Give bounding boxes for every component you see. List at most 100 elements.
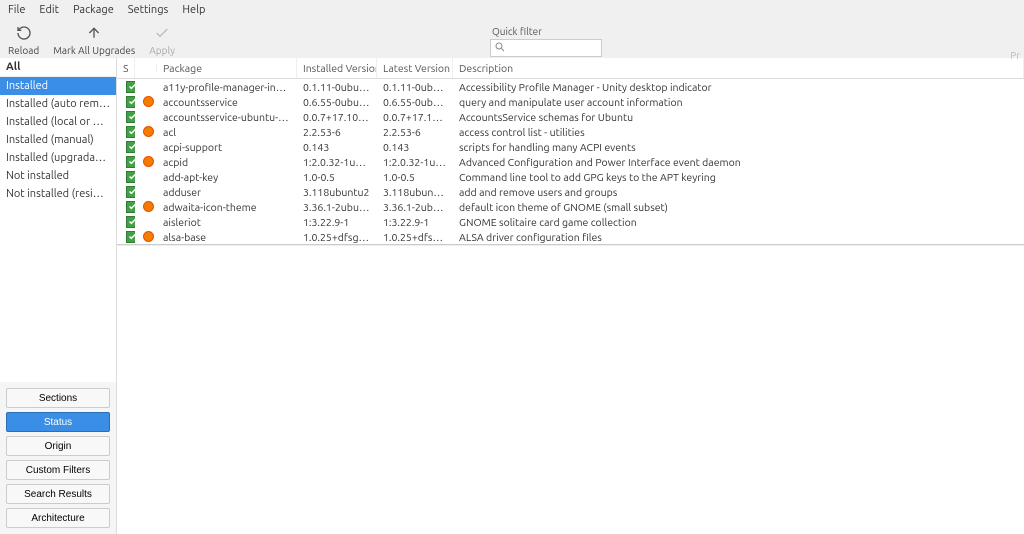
col-spacer [135, 64, 157, 72]
col-description[interactable]: Description [453, 58, 1024, 78]
description: query and manipulate user account inform… [453, 94, 1024, 110]
latest-version: 0.1.11-0ubuntu4 [377, 79, 453, 95]
table-row[interactable]: adwaita-icon-theme3.36.1-2ubuntu0.203.36… [117, 199, 1024, 214]
installed-version: 0.6.55-0ubuntu12~2 [297, 94, 377, 110]
package-name: a11y-profile-manager-indicator [157, 79, 297, 95]
menu-settings[interactable]: Settings [128, 4, 169, 16]
apply-button[interactable]: Apply [149, 24, 175, 56]
status-item[interactable]: Installed (local or obsolete) [0, 113, 116, 131]
menu-package[interactable]: Package [73, 4, 114, 16]
supported-icon [143, 126, 154, 137]
right-column: S Package Installed Version Latest Versi… [117, 58, 1024, 534]
installed-version: 1.0.25+dfsg-0ubunt [297, 229, 377, 245]
supported-icon [143, 231, 154, 242]
table-row[interactable]: accountsservice-ubuntu-schema0.0.7+17.10… [117, 109, 1024, 124]
table-row[interactable]: accountsservice0.6.55-0ubuntu12~20.6.55-… [117, 94, 1024, 109]
latest-version: 1.0-0.5 [377, 169, 453, 185]
package-name: acl [157, 124, 297, 140]
category-sections[interactable]: Sections [6, 388, 110, 408]
description: ALSA driver configuration files [453, 229, 1024, 245]
category-architecture[interactable]: Architecture [6, 508, 110, 528]
status-item[interactable]: Installed (upgradable) [0, 149, 116, 167]
latest-version: 2.2.53-6 [377, 124, 453, 140]
status-checkbox-icon[interactable] [126, 96, 135, 108]
table-row[interactable]: add-apt-key1.0-0.51.0-0.5Command line to… [117, 169, 1024, 184]
status-checkbox-icon[interactable] [126, 126, 135, 138]
description: Command line tool to add GPG keys to the… [453, 169, 1024, 185]
supported-icon [143, 96, 154, 107]
menubar: File Edit Package Settings Help [0, 0, 1024, 20]
description: default icon theme of GNOME (small subse… [453, 199, 1024, 215]
reload-icon [15, 24, 33, 42]
status-checkbox-icon[interactable] [126, 156, 135, 168]
table-row[interactable]: acl2.2.53-62.2.53-6access control list -… [117, 124, 1024, 139]
package-name: adwaita-icon-theme [157, 199, 297, 215]
col-s[interactable]: S [117, 58, 135, 78]
table-row[interactable]: aisleriot1:3.22.9-11:3.22.9-1GNOME solit… [117, 214, 1024, 229]
status-item[interactable]: Not installed [0, 167, 116, 185]
package-name: aisleriot [157, 214, 297, 230]
latest-version: 1:3.22.9-1 [377, 214, 453, 230]
latest-version: 3.36.1-2ubuntu0.20 [377, 199, 453, 215]
col-installed[interactable]: Installed Version [297, 58, 377, 78]
installed-version: 1:2.0.32-1ubuntu1 [297, 154, 377, 170]
reload-button[interactable]: Reload [8, 24, 39, 56]
category-search-results[interactable]: Search Results [6, 484, 110, 504]
table-header: S Package Installed Version Latest Versi… [117, 58, 1024, 79]
table-row[interactable]: acpid1:2.0.32-1ubuntu11:2.0.32-1ubuntu1A… [117, 154, 1024, 169]
installed-version: 0.0.7+17.10.20170( [297, 109, 377, 125]
col-package[interactable]: Package [157, 58, 297, 78]
latest-version: 0.0.7+17.10.20170( [377, 109, 453, 125]
package-name: adduser [157, 184, 297, 200]
latest-version: 0.143 [377, 139, 453, 155]
category-status[interactable]: Status [6, 412, 110, 432]
table-row[interactable]: acpi-support0.1430.143scripts for handli… [117, 139, 1024, 154]
upgrade-icon [85, 24, 103, 42]
table-row[interactable]: a11y-profile-manager-indicator 0.1.11-0ub… [117, 79, 1024, 94]
status-header[interactable]: All [0, 58, 116, 77]
status-item[interactable]: Installed (auto removable) [0, 95, 116, 113]
table-body: a11y-profile-manager-indicator 0.1.11-0ub… [117, 79, 1024, 244]
category-origin[interactable]: Origin [6, 436, 110, 456]
package-name: alsa-base [157, 229, 297, 245]
status-item[interactable]: Installed [0, 77, 116, 95]
quick-filter-label: Quick filter [490, 26, 602, 37]
col-latest[interactable]: Latest Version [377, 58, 453, 78]
category-custom-filters[interactable]: Custom Filters [6, 460, 110, 480]
status-checkbox-icon[interactable] [126, 201, 135, 213]
latest-version: 1.0.25+dfsg-0ubunt [377, 229, 453, 245]
mark-all-upgrades-button[interactable]: Mark All Upgrades [53, 24, 135, 56]
menu-edit[interactable]: Edit [39, 4, 59, 16]
status-checkbox-icon[interactable] [126, 141, 135, 153]
installed-version: 1.0-0.5 [297, 169, 377, 185]
description: add and remove users and groups [453, 184, 1024, 200]
status-item[interactable]: Not installed (residual config) [0, 185, 116, 203]
left-column: All InstalledInstalled (auto removable)I… [0, 58, 117, 534]
status-checkbox-icon[interactable] [126, 231, 135, 243]
right-cutoff-text: Pr [1010, 50, 1020, 61]
status-checkbox-icon[interactable] [126, 216, 135, 228]
package-name: acpid [157, 154, 297, 170]
menu-file[interactable]: File [8, 4, 25, 16]
status-checkbox-icon[interactable] [126, 111, 135, 123]
package-name: accountsservice [157, 94, 297, 110]
package-name: acpi-support [157, 139, 297, 155]
status-list: All InstalledInstalled (auto removable)I… [0, 58, 116, 382]
status-checkbox-icon[interactable] [126, 171, 135, 183]
apply-label: Apply [149, 45, 175, 56]
status-checkbox-icon[interactable] [126, 81, 135, 93]
reload-label: Reload [8, 45, 39, 56]
quick-filter-input[interactable] [490, 39, 602, 57]
table-row[interactable]: alsa-base1.0.25+dfsg-0ubunt1.0.25+dfsg-0… [117, 229, 1024, 244]
table-row[interactable]: adduser3.118ubuntu23.118ubuntu2add and r… [117, 184, 1024, 199]
status-checkbox-icon[interactable] [126, 186, 135, 198]
description: GNOME solitaire card game collection [453, 214, 1024, 230]
description: Accessibility Profile Manager - Unity de… [453, 79, 1024, 95]
menu-help[interactable]: Help [182, 4, 205, 16]
apply-icon [153, 24, 171, 42]
status-item[interactable]: Installed (manual) [0, 131, 116, 149]
status-items: InstalledInstalled (auto removable)Insta… [0, 77, 116, 203]
installed-version: 1:3.22.9-1 [297, 214, 377, 230]
latest-version: 0.6.55-0ubuntu12~2 [377, 94, 453, 110]
package-name: add-apt-key [157, 169, 297, 185]
